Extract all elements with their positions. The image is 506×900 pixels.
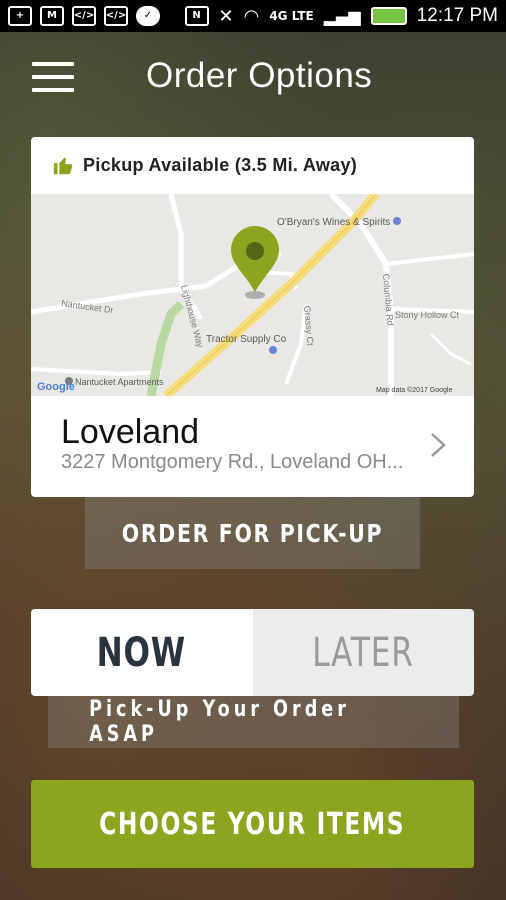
gmail-icon: M [40,6,64,26]
location-name: Loveland [61,413,200,451]
location-row[interactable]: Loveland 3227 Montgomery Rd., Loveland O… [31,396,474,497]
code-icon: </> [72,6,96,26]
battery-icon [370,7,407,25]
location-address: 3227 Montgomery Rd., Loveland OH... [61,451,404,473]
status-time: 12:17 PM [416,5,498,26]
location-map[interactable]: O'Bryan's Wines & Spirits Tractor Supply… [31,194,474,396]
map-label-tractor: Tractor Supply Co [206,334,287,345]
choose-your-items-label: CHOOSE YOUR ITEMS [99,806,406,842]
hamburger-icon[interactable] [32,62,74,92]
map-label-wines: O'Bryan's Wines & Spirits [277,217,390,228]
now-label: NOW [97,629,187,676]
code-icon-2: </> [104,6,128,26]
map-label-stony-hollow: Stony Hollow Ct [395,310,460,320]
nfc-icon: N [184,6,209,26]
later-option[interactable]: LATER [252,609,474,696]
chevron-right-icon[interactable] [430,432,446,458]
timing-description-text: Pick-Up Your Order ASAP [89,697,350,747]
later-label: LATER [312,629,414,676]
pickup-status-row: Pickup Available (3.5 Mi. Away) [31,137,474,193]
map-label-apartments: Nantucket Apartments [75,377,164,387]
location-card[interactable]: Pickup Available (3.5 Mi. Away) O'Bryan'… [31,137,474,497]
status-bar: + M </> </> ✓ N ✕ ◠ 4G LTE ▂▄▆ 12:17 PM [0,0,506,32]
chat-icon: ✓ [136,6,160,26]
google-logo: Google [37,381,75,393]
thumbs-up-icon [53,157,73,175]
timing-description: Pick-Up Your Order ASAP [48,696,459,748]
plus-icon: + [8,6,32,26]
wifi-icon: ◠ [243,5,260,27]
choose-your-items-button[interactable]: CHOOSE YOUR ITEMS [31,780,474,868]
mute-icon: ✕ [218,5,234,27]
page-title: Order Options [146,56,373,95]
map-attribution: Map data ©2017 Google [376,386,452,394]
order-for-pickup-button[interactable]: ORDER FOR PICK-UP [84,497,421,569]
signal-icon: ▂▄▆ [323,6,361,26]
network-label: 4G LTE [269,9,314,23]
timing-segmented-control: NOW LATER [31,609,474,696]
pickup-status-text: Pickup Available (3.5 Mi. Away) [83,154,358,175]
app-header: Order Options [0,32,506,124]
now-option[interactable]: NOW [31,609,253,696]
